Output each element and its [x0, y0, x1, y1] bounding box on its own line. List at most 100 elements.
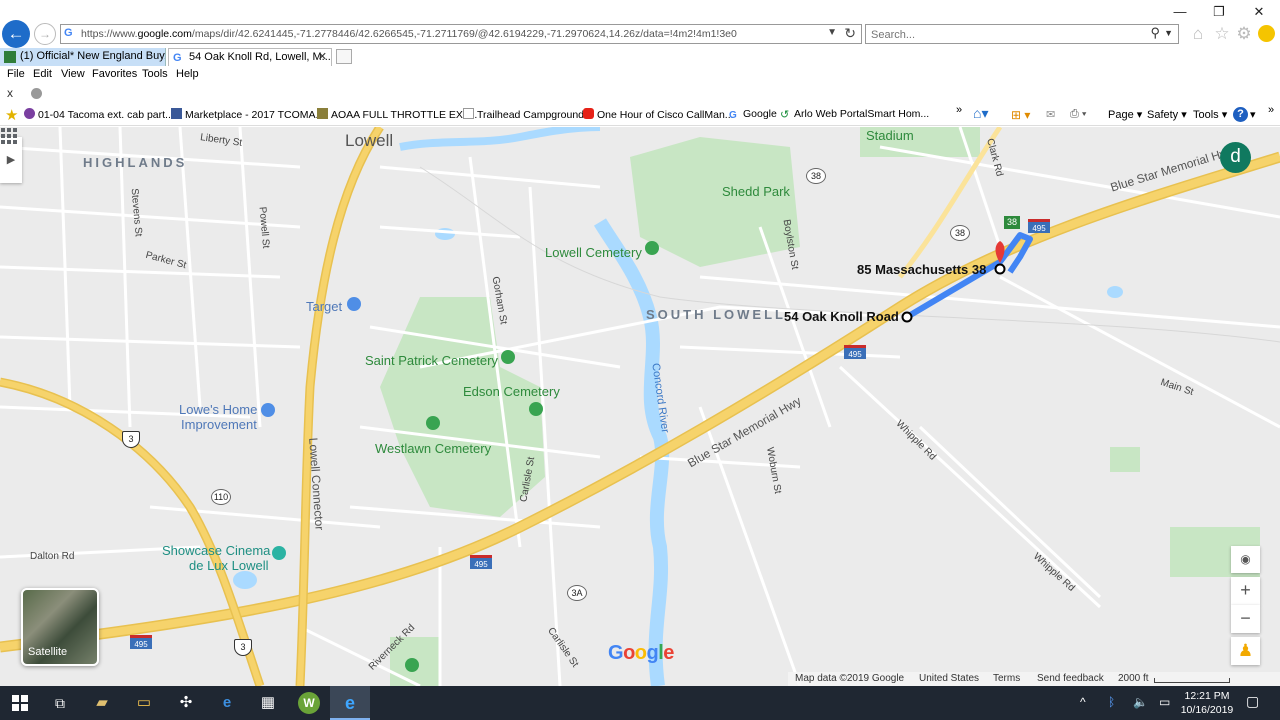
route-38-shield: 38	[950, 225, 970, 241]
zoom-in-button[interactable]: +	[1231, 577, 1260, 605]
tab-new-england-buy[interactable]: (1) Official* New England Buy/...	[0, 48, 166, 66]
address-bar[interactable]: G https://www.google.com/maps/dir/42.624…	[60, 24, 862, 44]
map-canvas[interactable]: HIGHLANDS SOUTH LOWELL Lowell Liberty St…	[0, 127, 1280, 686]
app-icon[interactable]: ▰	[90, 691, 114, 715]
country-link[interactable]: United States	[919, 673, 979, 684]
scale-bar[interactable]	[1154, 678, 1230, 683]
street-view-pegman-icon[interactable]: ♟	[1231, 637, 1260, 665]
forward-button[interactable]: →	[34, 23, 56, 45]
tools-menu-button[interactable]: Tools ▾	[1193, 108, 1227, 121]
print-icon[interactable]: ⎙ ▾	[1070, 108, 1086, 121]
favorites-star-icon[interactable]: ★	[5, 106, 18, 124]
help-dropdown-icon[interactable]: ▾	[1250, 108, 1256, 121]
menu-help[interactable]: Help	[176, 68, 199, 80]
close-tab-icon[interactable]: ✕	[318, 49, 327, 66]
safety-menu-button[interactable]: Safety ▾	[1147, 108, 1187, 121]
close-extension-icon[interactable]: x	[7, 86, 13, 100]
mail-icon[interactable]: ✉	[1046, 108, 1055, 121]
poi-label[interactable]: de Lux Lowell	[189, 558, 269, 573]
destination-marker	[994, 263, 1006, 275]
navigation-bar: ← → G https://www.google.com/maps/dir/42…	[0, 18, 1280, 48]
search-dropdown-icon[interactable]: ▼	[1164, 28, 1173, 38]
satellite-label: Satellite	[28, 646, 68, 658]
favorite-link[interactable]: Trailhead Campground	[463, 108, 584, 121]
favorite-link[interactable]: G Google	[729, 108, 777, 121]
favorite-link[interactable]: ↺ Arlo Web PortalSmart Hom...	[780, 108, 929, 121]
scale-label[interactable]: 2000 ft	[1118, 673, 1149, 684]
show-hidden-icons-icon[interactable]: ^	[1080, 695, 1086, 709]
extension-icon[interactable]	[31, 88, 42, 99]
park-pin-icon	[501, 350, 515, 364]
more-favorites-chevron-icon[interactable]: »	[956, 104, 962, 116]
poi-label[interactable]: Target	[306, 299, 342, 314]
park-label: Lowell Cemetery	[545, 245, 642, 260]
feedback-smiley-icon[interactable]	[1258, 25, 1275, 42]
poi-label[interactable]: Lowe's Home	[179, 402, 257, 417]
peace-icon	[24, 108, 35, 119]
search-box[interactable]: ⚲ ▼	[865, 24, 1179, 44]
volume-icon[interactable]: 🔈	[1133, 695, 1148, 709]
menu-view[interactable]: View	[61, 68, 85, 80]
home-icon[interactable]: ⌂	[1188, 24, 1208, 44]
menu-tools[interactable]: Tools	[142, 68, 168, 80]
app-w-icon[interactable]: W	[298, 692, 320, 714]
area-label: SOUTH LOWELL	[646, 307, 786, 322]
favorite-link[interactable]: Marketplace - 2017 TCOMA...	[171, 108, 324, 121]
search-icon[interactable]: ⚲	[1150, 25, 1160, 41]
destination-label[interactable]: 85 Massachusetts 38	[857, 262, 986, 277]
interstate-495-shield: 495	[470, 555, 492, 569]
page-icon	[317, 108, 328, 119]
favorite-link[interactable]: 01-04 Tacoma ext. cab part...	[24, 108, 174, 121]
new-tab-button[interactable]	[336, 49, 352, 64]
account-avatar[interactable]: d	[1220, 142, 1251, 173]
tab-label: 54 Oak Knoll Rd, Lowell, M...	[189, 51, 331, 63]
menu-favorites[interactable]: Favorites	[92, 68, 137, 80]
edge-icon[interactable]: e	[215, 691, 239, 715]
bluetooth-icon[interactable]: ᛒ	[1108, 695, 1115, 709]
page-menu-button[interactable]: Page ▾	[1108, 108, 1142, 121]
settings-gear-icon[interactable]: ⚙	[1234, 24, 1254, 44]
file-explorer-icon[interactable]: ▭	[132, 691, 156, 715]
help-icon[interactable]: ?	[1233, 107, 1248, 122]
home-icon[interactable]: ⌂▾	[973, 105, 988, 122]
calculator-icon[interactable]: ▦	[256, 691, 280, 715]
poi-label[interactable]: Improvement	[181, 417, 257, 432]
my-location-button[interactable]: ◉	[1231, 546, 1260, 573]
clock-date: 10/16/2019	[1180, 704, 1234, 716]
terms-link[interactable]: Terms	[993, 673, 1020, 684]
address-dropdown-icon[interactable]: ▼	[827, 27, 837, 38]
satellite-layer-button[interactable]: Satellite	[21, 588, 99, 666]
park-pin-icon	[405, 658, 419, 672]
poi-label[interactable]: Stadium	[866, 128, 914, 143]
park-label: Shedd Park	[722, 184, 790, 199]
refresh-icon[interactable]: ↻	[844, 25, 856, 42]
search-input[interactable]	[871, 27, 1131, 42]
route-3a-shield: 3A	[567, 585, 587, 601]
menu-bar: File Edit View Favorites Tools Help	[0, 66, 1280, 84]
origin-label[interactable]: 54 Oak Knoll Road	[784, 309, 899, 324]
internet-explorer-icon[interactable]: e	[338, 691, 362, 715]
rss-feed-icon[interactable]: ⊞ ▾	[1011, 108, 1030, 122]
task-view-icon[interactable]: ⧉	[48, 691, 72, 715]
favorite-link[interactable]: AOAA FULL THROTTLE EXP...	[317, 108, 477, 121]
route-38-shield: 38	[1004, 216, 1020, 229]
extension-bar: x	[0, 84, 1280, 102]
slack-icon[interactable]: ✣	[174, 691, 198, 715]
system-clock[interactable]: 12:21 PM 10/16/2019	[1176, 689, 1238, 717]
back-button[interactable]: ←	[2, 20, 30, 48]
windows-start-icon[interactable]	[8, 691, 32, 715]
favorite-link[interactable]: One Hour of Cisco CallMan...	[583, 108, 734, 121]
send-feedback-link[interactable]: Send feedback	[1037, 673, 1104, 684]
zoom-out-button[interactable]: −	[1231, 605, 1260, 633]
area-label: HIGHLANDS	[83, 155, 188, 170]
favorites-star-icon[interactable]: ☆	[1212, 24, 1232, 44]
menu-edit[interactable]: Edit	[33, 68, 52, 80]
tab-oak-knoll-rd[interactable]: G 54 Oak Knoll Rd, Lowell, M... ✕	[168, 48, 332, 66]
more-commands-chevron-icon[interactable]: »	[1268, 104, 1274, 116]
url-text[interactable]: https://www.google.com/maps/dir/42.62414…	[81, 28, 737, 40]
battery-icon[interactable]: ▭	[1159, 695, 1170, 709]
google-apps-grid-icon[interactable]	[0, 127, 18, 145]
notifications-icon[interactable]: ▢	[1246, 693, 1259, 710]
menu-file[interactable]: File	[7, 68, 25, 80]
poi-label[interactable]: Showcase Cinema	[162, 543, 270, 558]
